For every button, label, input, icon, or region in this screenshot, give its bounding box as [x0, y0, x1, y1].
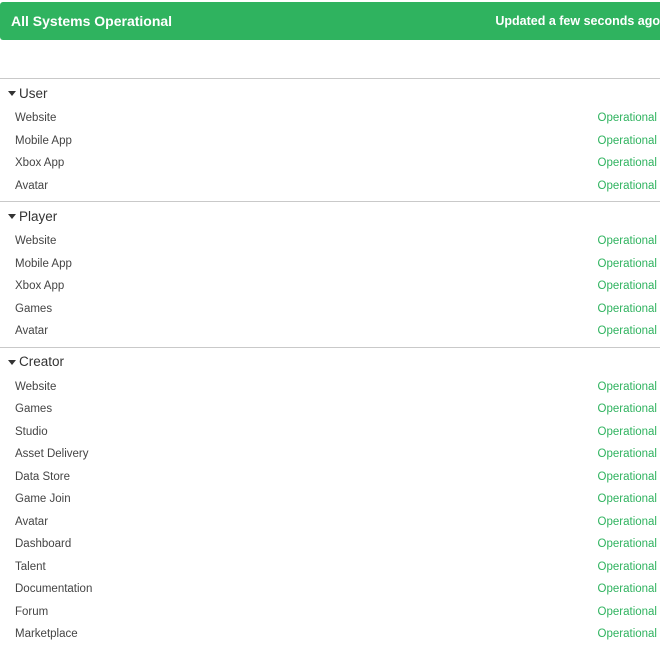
component-groups: User Website Operational Mobile App Operatio… [0, 78, 660, 650]
component-group-creator: Creator Website Operational Games Operationa… [0, 346, 660, 650]
caret-down-icon [8, 91, 16, 96]
component-status: Operational [597, 448, 657, 461]
component-status: Operational [597, 470, 657, 483]
group-header-toggle[interactable]: Creator [0, 348, 660, 376]
component-name: Website [15, 235, 57, 248]
component-row: Xbox App Operational [0, 152, 660, 175]
group-header-toggle[interactable]: Player [0, 202, 660, 230]
component-status: Operational [597, 605, 657, 618]
component-group-player: Player Website Operational Mobile App Operat… [0, 201, 660, 347]
component-name: Avatar [15, 515, 49, 528]
component-name: Games [15, 302, 53, 315]
component-status: Operational [597, 515, 657, 528]
component-row: Xbox App Operational [0, 275, 660, 298]
component-status: Operational [597, 302, 657, 315]
component-name: Dashboard [15, 538, 72, 551]
component-group-user: User Website Operational Mobile App Operatio… [0, 78, 660, 201]
component-row: Games Operational [0, 298, 660, 321]
component-row: Avatar Operational [0, 320, 660, 343]
caret-down-icon [8, 359, 16, 365]
component-status: Operational [597, 280, 657, 293]
component-status: Operational [597, 493, 657, 506]
component-status: Operational [597, 425, 657, 438]
component-name: Xbox App [15, 280, 65, 293]
component-row: Mobile App Operational [0, 253, 660, 276]
component-row: Documentation Operational [0, 578, 660, 601]
component-row: Talent Operational [0, 556, 660, 579]
component-status: Operational [597, 179, 657, 192]
component-row: Mobile App Operational [0, 130, 660, 153]
component-name: Studio [15, 425, 48, 438]
component-status: Operational [597, 380, 657, 393]
last-updated-text: Updated a few seconds ago [495, 14, 660, 28]
component-name: Avatar [15, 179, 49, 192]
component-status: Operational [597, 403, 657, 416]
component-name: Talent [15, 560, 46, 573]
component-status: Operational [597, 112, 657, 125]
component-row: Website Operational [0, 107, 660, 130]
component-row: Forum Operational [0, 601, 660, 624]
component-row: Studio Operational [0, 421, 660, 444]
component-name: Games [15, 403, 53, 416]
component-status: Operational [597, 257, 657, 270]
component-status: Operational [597, 583, 657, 596]
component-row: Avatar Operational [0, 175, 660, 198]
component-name: Xbox App [15, 157, 65, 170]
caret-down-icon [8, 214, 16, 219]
component-name: Website [15, 380, 57, 393]
component-status: Operational [597, 157, 657, 170]
component-status: Operational [597, 560, 657, 573]
component-name: Mobile App [15, 257, 72, 270]
group-name: Player [19, 208, 58, 224]
component-name: Game Join [15, 493, 71, 506]
component-name: Documentation [15, 583, 93, 596]
group-name: User [19, 85, 48, 101]
component-name: Asset Delivery [15, 448, 89, 461]
component-row: Website Operational [0, 376, 660, 399]
status-banner: All Systems Operational Updated a few se… [0, 2, 660, 40]
component-row: Website Operational [0, 230, 660, 253]
component-status: Operational [597, 325, 657, 338]
component-name: Avatar [15, 325, 49, 338]
component-name: Mobile App [15, 134, 72, 147]
component-row: Asset Delivery Operational [0, 443, 660, 466]
component-row: Dashboard Operational [0, 533, 660, 556]
component-row: Avatar Operational [0, 511, 660, 534]
component-row: Game Join Operational [0, 488, 660, 511]
component-row: Games Operational [0, 398, 660, 421]
group-name: Creator [19, 354, 65, 369]
component-row: Data Store Operational [0, 466, 660, 489]
component-name: Marketplace [15, 628, 78, 641]
component-status: Operational [597, 134, 657, 147]
component-status: Operational [597, 628, 657, 641]
component-name: Forum [15, 605, 49, 618]
component-status: Operational [597, 538, 657, 551]
overall-status-title: All Systems Operational [11, 13, 173, 29]
component-name: Website [15, 112, 57, 125]
component-status: Operational [597, 235, 657, 248]
component-name: Data Store [15, 470, 70, 483]
component-row: Marketplace Operational [0, 623, 660, 646]
group-header-toggle[interactable]: User [0, 79, 660, 107]
